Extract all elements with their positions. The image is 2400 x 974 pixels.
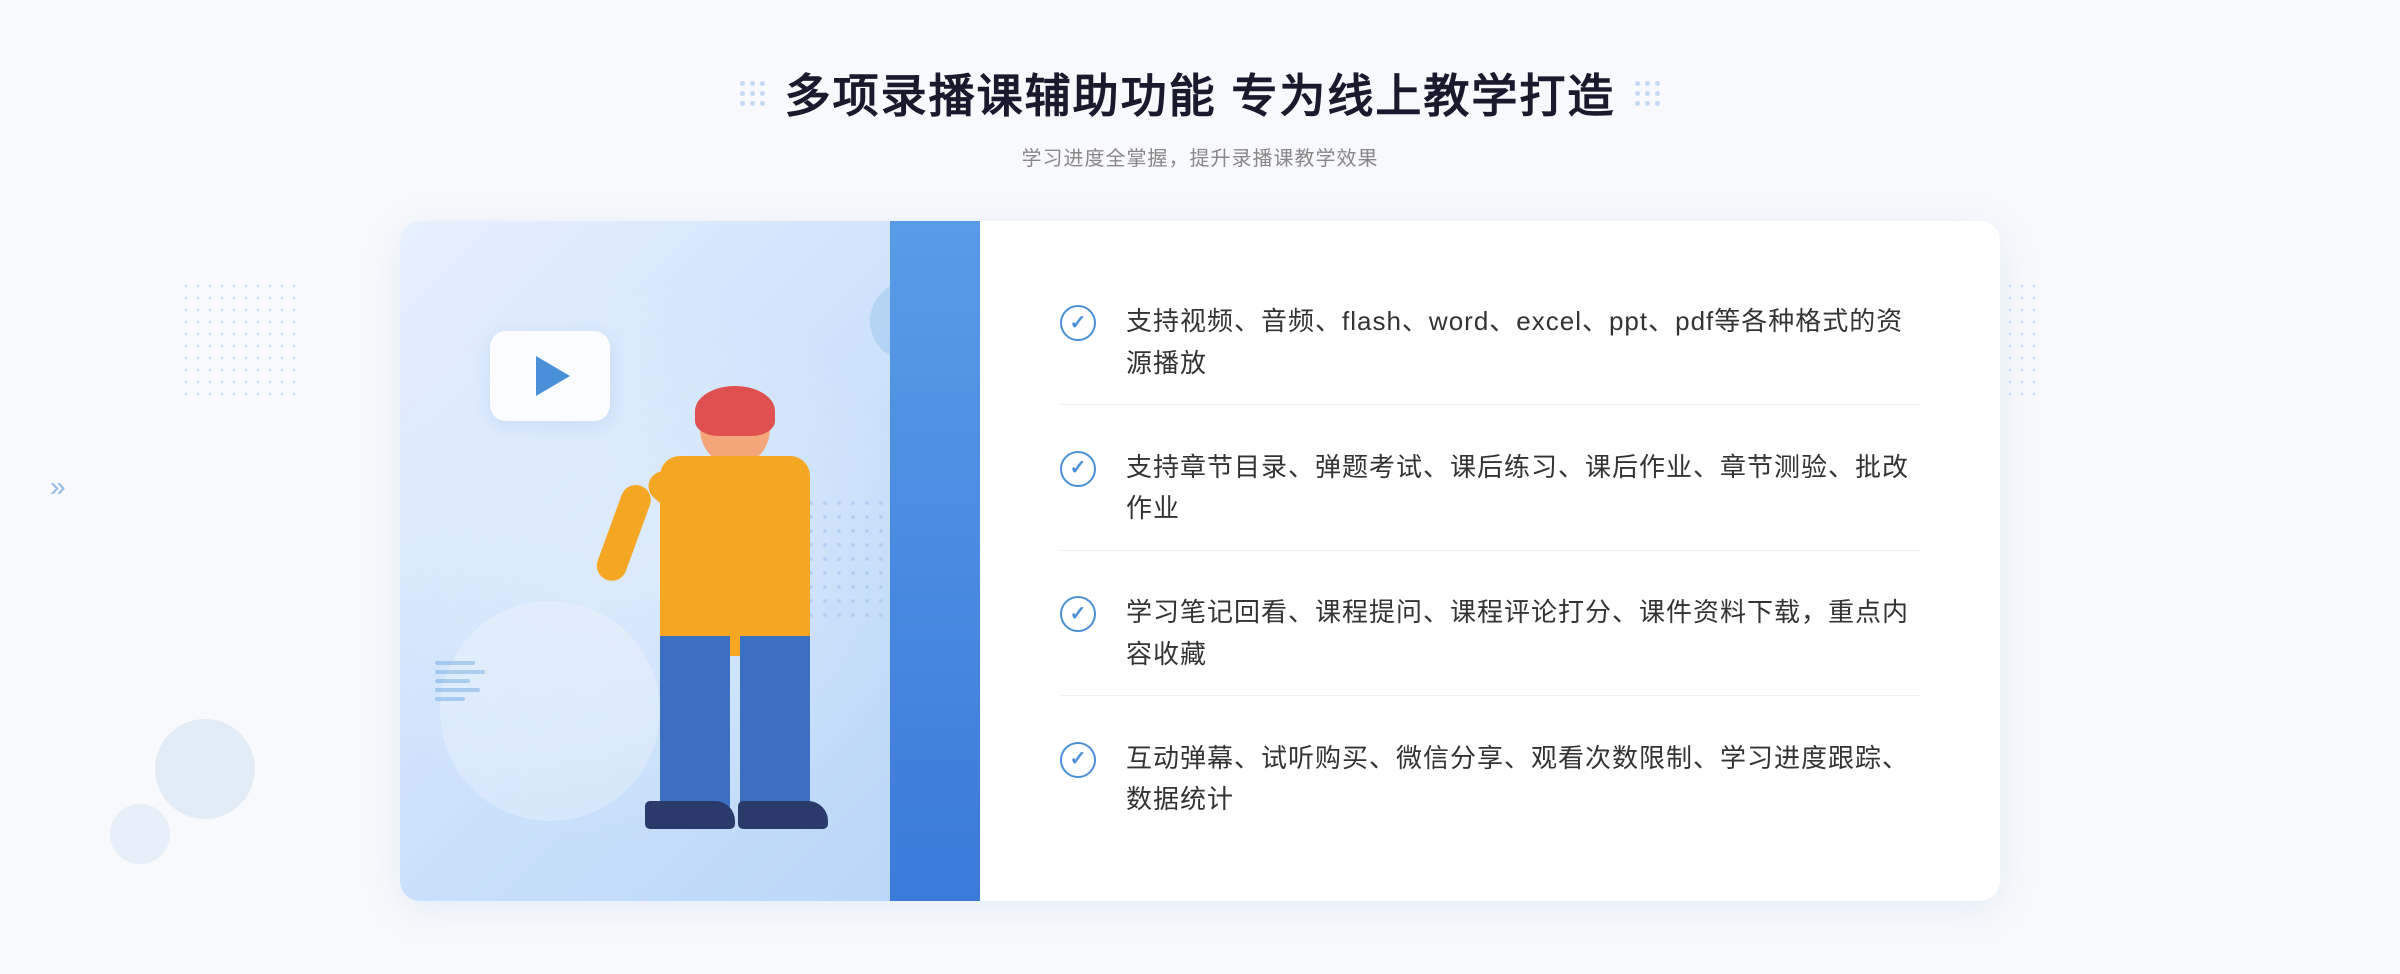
deco-circle-outer-1 (155, 719, 255, 819)
feature-text-1: 支持视频、音频、flash、word、excel、ppt、pdf等各种格式的资源… (1126, 301, 1920, 384)
illustration-panel (400, 221, 980, 901)
deco-lines (435, 661, 485, 741)
header-section: 多项录播课辅助功能 专为线上教学打造 (740, 60, 1661, 171)
check-mark-2: ✓ (1070, 458, 1087, 478)
check-mark-1: ✓ (1070, 313, 1087, 333)
features-panel: ✓ 支持视频、音频、flash、word、excel、ppt、pdf等各种格式的… (980, 221, 2000, 901)
header-pattern-left (740, 81, 765, 106)
blue-sidebar-accent (890, 221, 980, 901)
feature-text-4: 互动弹幕、试听购买、微信分享、观看次数限制、学习进度跟踪、数据统计 (1126, 738, 1920, 821)
check-icon-3: ✓ (1060, 596, 1096, 632)
person-shoe-right (738, 801, 828, 829)
person-pants-left (660, 636, 730, 816)
page-container: 多项录播课辅助功能 专为线上教学打造 (0, 0, 2400, 974)
header-decoration: 多项录播课辅助功能 专为线上教学打造 (740, 60, 1661, 126)
check-mark-3: ✓ (1070, 604, 1087, 624)
feature-text-3: 学习笔记回看、课程提问、课程评论打分、课件资料下载，重点内容收藏 (1126, 592, 1920, 675)
side-chevrons: » (50, 473, 66, 501)
check-mark-4: ✓ (1070, 749, 1087, 769)
feature-item-3: ✓ 学习笔记回看、课程提问、课程评论打分、课件资料下载，重点内容收藏 (1060, 572, 1920, 696)
check-icon-2: ✓ (1060, 451, 1096, 487)
feature-item-1: ✓ 支持视频、音频、flash、word、excel、ppt、pdf等各种格式的… (1060, 281, 1920, 405)
person-shoe-left (645, 801, 735, 829)
header-pattern-right (1635, 81, 1660, 106)
main-title: 多项录播课辅助功能 专为线上教学打造 (785, 60, 1616, 126)
person-figure (570, 381, 870, 901)
feature-text-2: 支持章节目录、弹题考试、课后练习、课后作业、章节测验、批改作业 (1126, 447, 1920, 530)
person-hair (695, 386, 775, 436)
play-triangle-icon (536, 356, 570, 396)
content-card: ✓ 支持视频、音频、flash、word、excel、ppt、pdf等各种格式的… (400, 221, 2000, 901)
feature-item-4: ✓ 互动弹幕、试听购买、微信分享、观看次数限制、学习进度跟踪、数据统计 (1060, 718, 1920, 841)
chevron-arrow: » (50, 473, 66, 501)
feature-item-2: ✓ 支持章节目录、弹题考试、课后练习、课后作业、章节测验、批改作业 (1060, 427, 1920, 551)
check-icon-4: ✓ (1060, 742, 1096, 778)
deco-circle-outer-2 (110, 804, 170, 864)
person-pants-right (740, 636, 810, 816)
person-arm-left (593, 481, 655, 585)
dot-pattern-left (180, 280, 300, 400)
check-icon-1: ✓ (1060, 305, 1096, 341)
sub-title: 学习进度全掌握，提升录播课教学效果 (740, 142, 1661, 171)
person-body (660, 456, 810, 656)
